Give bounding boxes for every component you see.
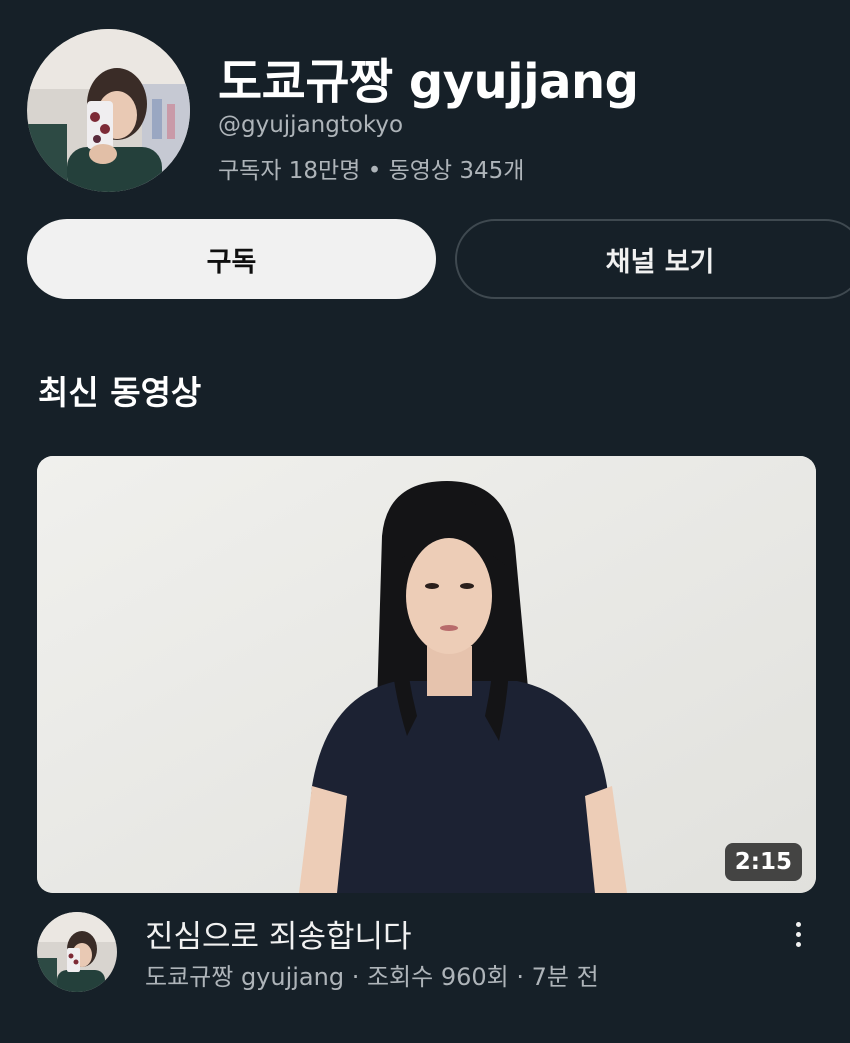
section-title: 최신 동영상	[38, 373, 202, 412]
more-dot	[795, 931, 801, 937]
video-title[interactable]: 진심으로 죄송합니다	[145, 911, 412, 956]
video-duration-badge: 2:15	[724, 843, 802, 881]
channel-avatar[interactable]	[27, 29, 190, 192]
video-meta: 도쿄규짱 gyujjang · 조회수 960회 · 7분 전	[145, 963, 599, 991]
channel-stats: 구독자 18만명 • 동영상 345개	[218, 158, 525, 184]
subscribe-button[interactable]: 구독	[27, 219, 436, 299]
more-dot	[795, 921, 801, 927]
channel-handle: @gyujjangtokyo	[218, 112, 404, 138]
more-vert-icon[interactable]	[782, 914, 814, 954]
video-thumbnail[interactable]: 2:15	[37, 456, 816, 893]
view-channel-button[interactable]: 채널 보기	[455, 219, 850, 299]
more-dot	[795, 941, 801, 947]
video-channel-avatar[interactable]	[37, 912, 117, 992]
channel-name: 도쿄규짱 gyujjang	[218, 54, 639, 110]
